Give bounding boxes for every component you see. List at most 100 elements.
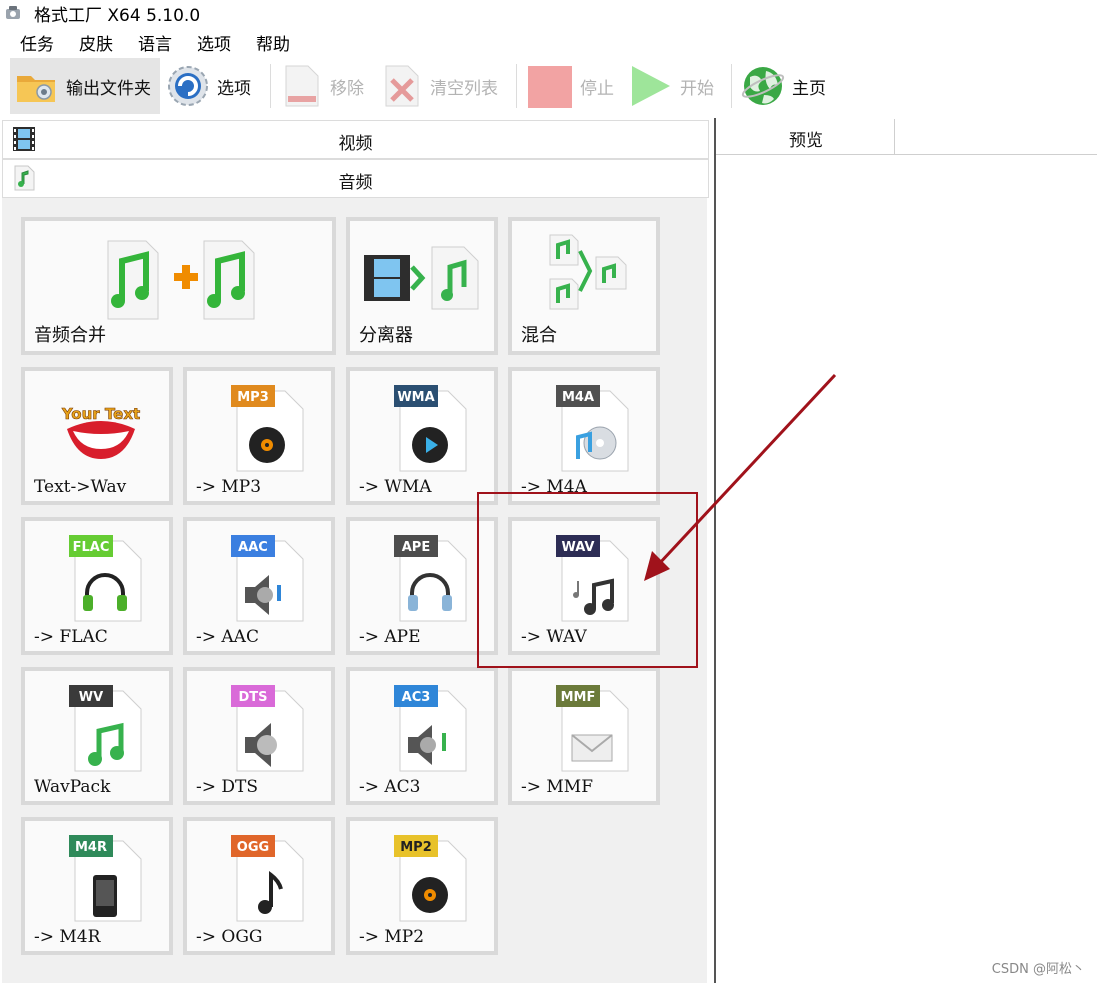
tile-label: -> FLAC (34, 627, 108, 647)
m4a-file-icon: M4A (556, 385, 629, 472)
tile-to-dts[interactable]: DTS -> DTS (183, 667, 335, 805)
category-video-label: 视频 (338, 134, 373, 154)
tile-to-aac[interactable]: AAC -> AAC (183, 517, 335, 655)
options-button[interactable]: 选项 (165, 58, 260, 114)
remove-label: 移除 (330, 78, 364, 99)
tile-audio-joiner[interactable]: 音频合并 (21, 217, 336, 355)
tile-mix[interactable]: 混合 (508, 217, 660, 355)
tile-to-mmf[interactable]: MMF -> MMF (508, 667, 660, 805)
tile-to-flac[interactable]: FLAC -> FLAC (21, 517, 173, 655)
tile-label: -> MP2 (359, 927, 425, 947)
badge-text: APE (402, 540, 430, 555)
toolbar-separator (270, 64, 271, 108)
badge-text: MP2 (400, 840, 432, 855)
tile-label: WavPack (34, 777, 111, 797)
title-bar: 格式工厂 X64 5.10.0 (0, 0, 1097, 26)
play-icon (632, 66, 670, 106)
tile-to-wma[interactable]: WMA -> WMA (346, 367, 498, 505)
badge-text: MP3 (237, 390, 269, 405)
tile-label: -> AAC (196, 627, 259, 647)
badge-text: OGG (237, 840, 269, 855)
badge-text: FLAC (73, 540, 110, 555)
tile-label: -> M4R (34, 927, 101, 947)
start-button[interactable]: 开始 (628, 58, 723, 114)
wma-file-icon: WMA (394, 385, 467, 472)
badge-text: AAC (238, 540, 268, 555)
output-folder-button[interactable]: 输出文件夹 (10, 58, 160, 114)
video-audio-splitter-icon (364, 246, 479, 310)
tile-splitter[interactable]: 分离器 (346, 217, 498, 355)
preview-column-header: 预览 (789, 131, 823, 151)
badge-text: M4A (562, 390, 594, 405)
tile-label: Text->Wav (34, 477, 127, 497)
m4r-file-icon: M4R (69, 835, 142, 922)
lips-icon: Your Text (61, 405, 140, 459)
tile-label: -> WMA (359, 477, 432, 497)
tile-to-mp3[interactable]: MP3 -> MP3 (183, 367, 335, 505)
category-audio[interactable]: 音频 (2, 159, 709, 198)
start-label: 开始 (680, 78, 714, 99)
home-button[interactable]: 主页 (740, 58, 840, 114)
badge-text: MMF (561, 690, 596, 705)
annotation-arrow (644, 373, 837, 581)
badge-text: M4R (75, 840, 107, 855)
tile-label: -> AC3 (359, 777, 421, 797)
clear-list-button[interactable]: 清空列表 (380, 58, 510, 114)
tile-label: -> MMF (521, 777, 594, 797)
tile-to-ape[interactable]: APE -> APE (346, 517, 498, 655)
menu-options[interactable]: 选项 (197, 30, 231, 55)
ac3-file-icon: AC3 (394, 685, 467, 772)
tile-label: -> MP3 (196, 477, 262, 497)
globe-icon (741, 67, 785, 105)
tile-label: -> OGG (196, 927, 263, 947)
app-icon (6, 6, 20, 19)
menu-task[interactable]: 任务 (20, 30, 54, 55)
menu-bar: 任务 皮肤 语言 选项 帮助 (0, 30, 700, 56)
badge-text: AC3 (402, 690, 431, 705)
tile-label: 音频合并 (34, 325, 106, 346)
gear-icon (168, 66, 208, 106)
tile-to-ac3[interactable]: AC3 -> AC3 (346, 667, 498, 805)
window-title: 格式工厂 X64 5.10.0 (34, 6, 201, 26)
toolbar-separator (731, 64, 732, 108)
ogg-file-icon: OGG (231, 835, 304, 922)
toolbar: 输出文件夹 选项 移除 清空列表 停止 开始 主页 (0, 58, 1097, 116)
menu-skin[interactable]: 皮肤 (79, 30, 113, 55)
clear-list-label: 清空列表 (430, 78, 498, 99)
ape-file-icon: APE (394, 535, 467, 622)
column-separator (894, 119, 895, 154)
badge-text: WMA (397, 390, 434, 405)
mmf-file-icon: MMF (556, 685, 629, 772)
tile-label: 分离器 (359, 325, 413, 346)
clear-list-icon (385, 65, 419, 107)
dts-file-icon: DTS (231, 685, 304, 772)
remove-button[interactable]: 移除 (280, 58, 370, 114)
tile-label: -> DTS (196, 777, 259, 797)
toolbar-separator (516, 64, 517, 108)
tile-text-to-wav[interactable]: Your Text Text->Wav (21, 367, 173, 505)
output-folder-label: 输出文件夹 (66, 78, 151, 99)
tile-wavpack[interactable]: WV WavPack (21, 667, 173, 805)
badge-text: WV (79, 690, 103, 705)
aac-file-icon: AAC (231, 535, 304, 622)
menu-language[interactable]: 语言 (138, 30, 172, 55)
tile-to-mp2[interactable]: MP2 -> MP2 (346, 817, 498, 955)
category-video[interactable]: 视频 (2, 120, 709, 159)
badge-text: DTS (238, 690, 267, 705)
tile-label: -> APE (359, 627, 421, 647)
menu-help[interactable]: 帮助 (256, 30, 290, 55)
home-label: 主页 (792, 78, 826, 99)
wv-file-icon: WV (69, 685, 142, 772)
document-icon (285, 65, 319, 107)
tile-label: 混合 (521, 325, 557, 346)
tile-to-m4r[interactable]: M4R -> M4R (21, 817, 173, 955)
tile-to-ogg[interactable]: OGG -> OGG (183, 817, 335, 955)
options-label: 选项 (217, 78, 251, 99)
mp3-file-icon: MP3 (231, 385, 304, 472)
preview-header[interactable]: 预览 (716, 119, 1097, 155)
stop-label: 停止 (580, 78, 614, 99)
watermark: CSDN @阿松丶 (991, 962, 1085, 977)
audio-mix-icon (549, 234, 627, 310)
badge-text: Your Text (61, 405, 140, 423)
stop-button[interactable]: 停止 (526, 58, 621, 114)
